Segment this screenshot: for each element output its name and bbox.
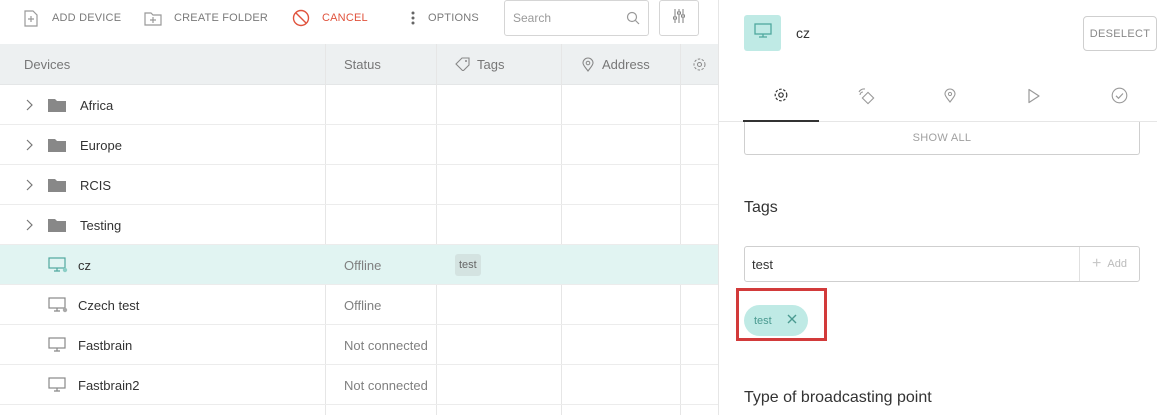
create-folder-button[interactable]: CREATE FOLDER	[144, 0, 268, 36]
folder-name: RCIS	[80, 177, 112, 193]
device-detail-pane: cz DESELECT SHOW ALL Tags + Add test	[719, 0, 1157, 415]
tag-input-group: + Add	[744, 246, 1140, 282]
add-device-label: ADD DEVICE	[52, 12, 122, 24]
chevron-right-icon[interactable]	[24, 165, 34, 205]
tab-settings[interactable]	[743, 75, 819, 122]
add-device-button[interactable]: ADD DEVICE	[22, 0, 121, 36]
folder-icon	[48, 85, 66, 125]
device-tag: test	[455, 245, 481, 285]
more-vertical-icon	[404, 9, 422, 27]
cancel-button[interactable]: CANCEL	[292, 0, 368, 36]
device-name: Fastbrain	[78, 337, 133, 353]
add-tag-button[interactable]: + Add	[1079, 247, 1139, 281]
tab-status[interactable]	[1081, 75, 1157, 121]
broadcast-icon	[857, 87, 875, 110]
add-tag-label: Add	[1107, 258, 1127, 270]
folder-name: Africa	[80, 97, 114, 113]
gear-icon	[773, 87, 789, 108]
detail-tabs	[719, 75, 1157, 122]
device-name: Fastbrain2	[78, 377, 140, 393]
tab-location[interactable]	[912, 75, 988, 121]
header-status[interactable]: Status	[344, 44, 381, 84]
tag-pill: test	[744, 305, 808, 336]
create-folder-icon	[144, 9, 162, 27]
tag-chip: test	[455, 254, 481, 276]
device-row[interactable]: Czech test Offline	[0, 285, 718, 325]
filter-button[interactable]	[659, 0, 699, 36]
tags-section-title: Tags	[744, 199, 778, 216]
device-row[interactable]: Fastbrain2 Not connected	[0, 365, 718, 405]
check-circle-icon	[1111, 87, 1128, 109]
tab-broadcast[interactable]	[828, 75, 904, 121]
device-name: cz	[78, 257, 91, 273]
create-folder-label: CREATE FOLDER	[174, 12, 269, 24]
tag-input[interactable]	[745, 247, 1079, 281]
search-input[interactable]	[505, 1, 615, 35]
header-tags-label: Tags	[477, 56, 505, 72]
device-status: Offline	[344, 257, 382, 273]
add-device-icon	[22, 9, 40, 27]
folder-name: Testing	[80, 217, 122, 233]
folder-row[interactable]: Testing	[0, 205, 718, 245]
monitor-icon	[48, 245, 68, 285]
search-box	[504, 0, 649, 36]
location-pin-icon	[582, 57, 594, 72]
deselect-button[interactable]: DESELECT	[1083, 16, 1157, 51]
device-status: Not connected	[344, 377, 428, 393]
folder-icon	[48, 165, 66, 205]
monitor-icon	[48, 285, 68, 325]
close-icon[interactable]	[785, 312, 799, 329]
header-address-label: Address	[602, 56, 650, 72]
show-all-button[interactable]: SHOW ALL	[744, 122, 1140, 155]
tag-icon	[455, 57, 471, 71]
folder-row[interactable]: Europe	[0, 125, 718, 165]
options-button[interactable]: OPTIONS	[404, 0, 479, 36]
monitor-icon	[48, 325, 68, 365]
selected-device-name: cz	[796, 25, 810, 41]
device-status: Not connected	[344, 337, 428, 353]
folder-icon	[48, 205, 66, 245]
location-pin-icon	[944, 88, 956, 108]
device-row[interactable]: cz Offline test	[0, 245, 718, 285]
folder-icon	[48, 125, 66, 165]
folder-row[interactable]: RCIS	[0, 165, 718, 205]
monitor-icon	[753, 22, 772, 44]
table-header: Devices Status Tags Address	[0, 44, 718, 85]
chevron-right-icon[interactable]	[24, 125, 34, 165]
chevron-right-icon[interactable]	[24, 205, 34, 245]
header-devices[interactable]: Devices	[24, 44, 70, 84]
device-name: Czech test	[78, 297, 140, 313]
folder-name: Europe	[80, 137, 122, 153]
search-icon	[626, 11, 640, 30]
device-row[interactable]: Fastbrain Not connected	[0, 325, 718, 365]
sliders-icon	[672, 8, 686, 29]
toolbar: ADD DEVICE CREATE FOLDER CANCEL OPTIONS	[0, 0, 718, 44]
column-settings-icon[interactable]	[692, 44, 707, 84]
device-list-pane: ADD DEVICE CREATE FOLDER CANCEL OPTIONS	[0, 0, 718, 415]
tab-playback[interactable]	[996, 75, 1072, 121]
folder-row[interactable]: Africa	[0, 85, 718, 125]
tag-pill-label: test	[754, 314, 772, 327]
broadcast-section-title: Type of broadcasting point	[744, 389, 932, 406]
monitor-icon	[48, 365, 68, 405]
header-tags[interactable]: Tags	[455, 44, 504, 84]
chevron-right-icon[interactable]	[24, 85, 34, 125]
cancel-label: CANCEL	[322, 12, 368, 24]
plus-icon: +	[1092, 255, 1102, 272]
play-icon	[1027, 88, 1041, 109]
cancel-icon	[292, 9, 310, 27]
options-label: OPTIONS	[428, 12, 479, 24]
device-avatar	[744, 15, 781, 51]
device-status: Offline	[344, 297, 382, 313]
header-address[interactable]: Address	[582, 44, 650, 84]
